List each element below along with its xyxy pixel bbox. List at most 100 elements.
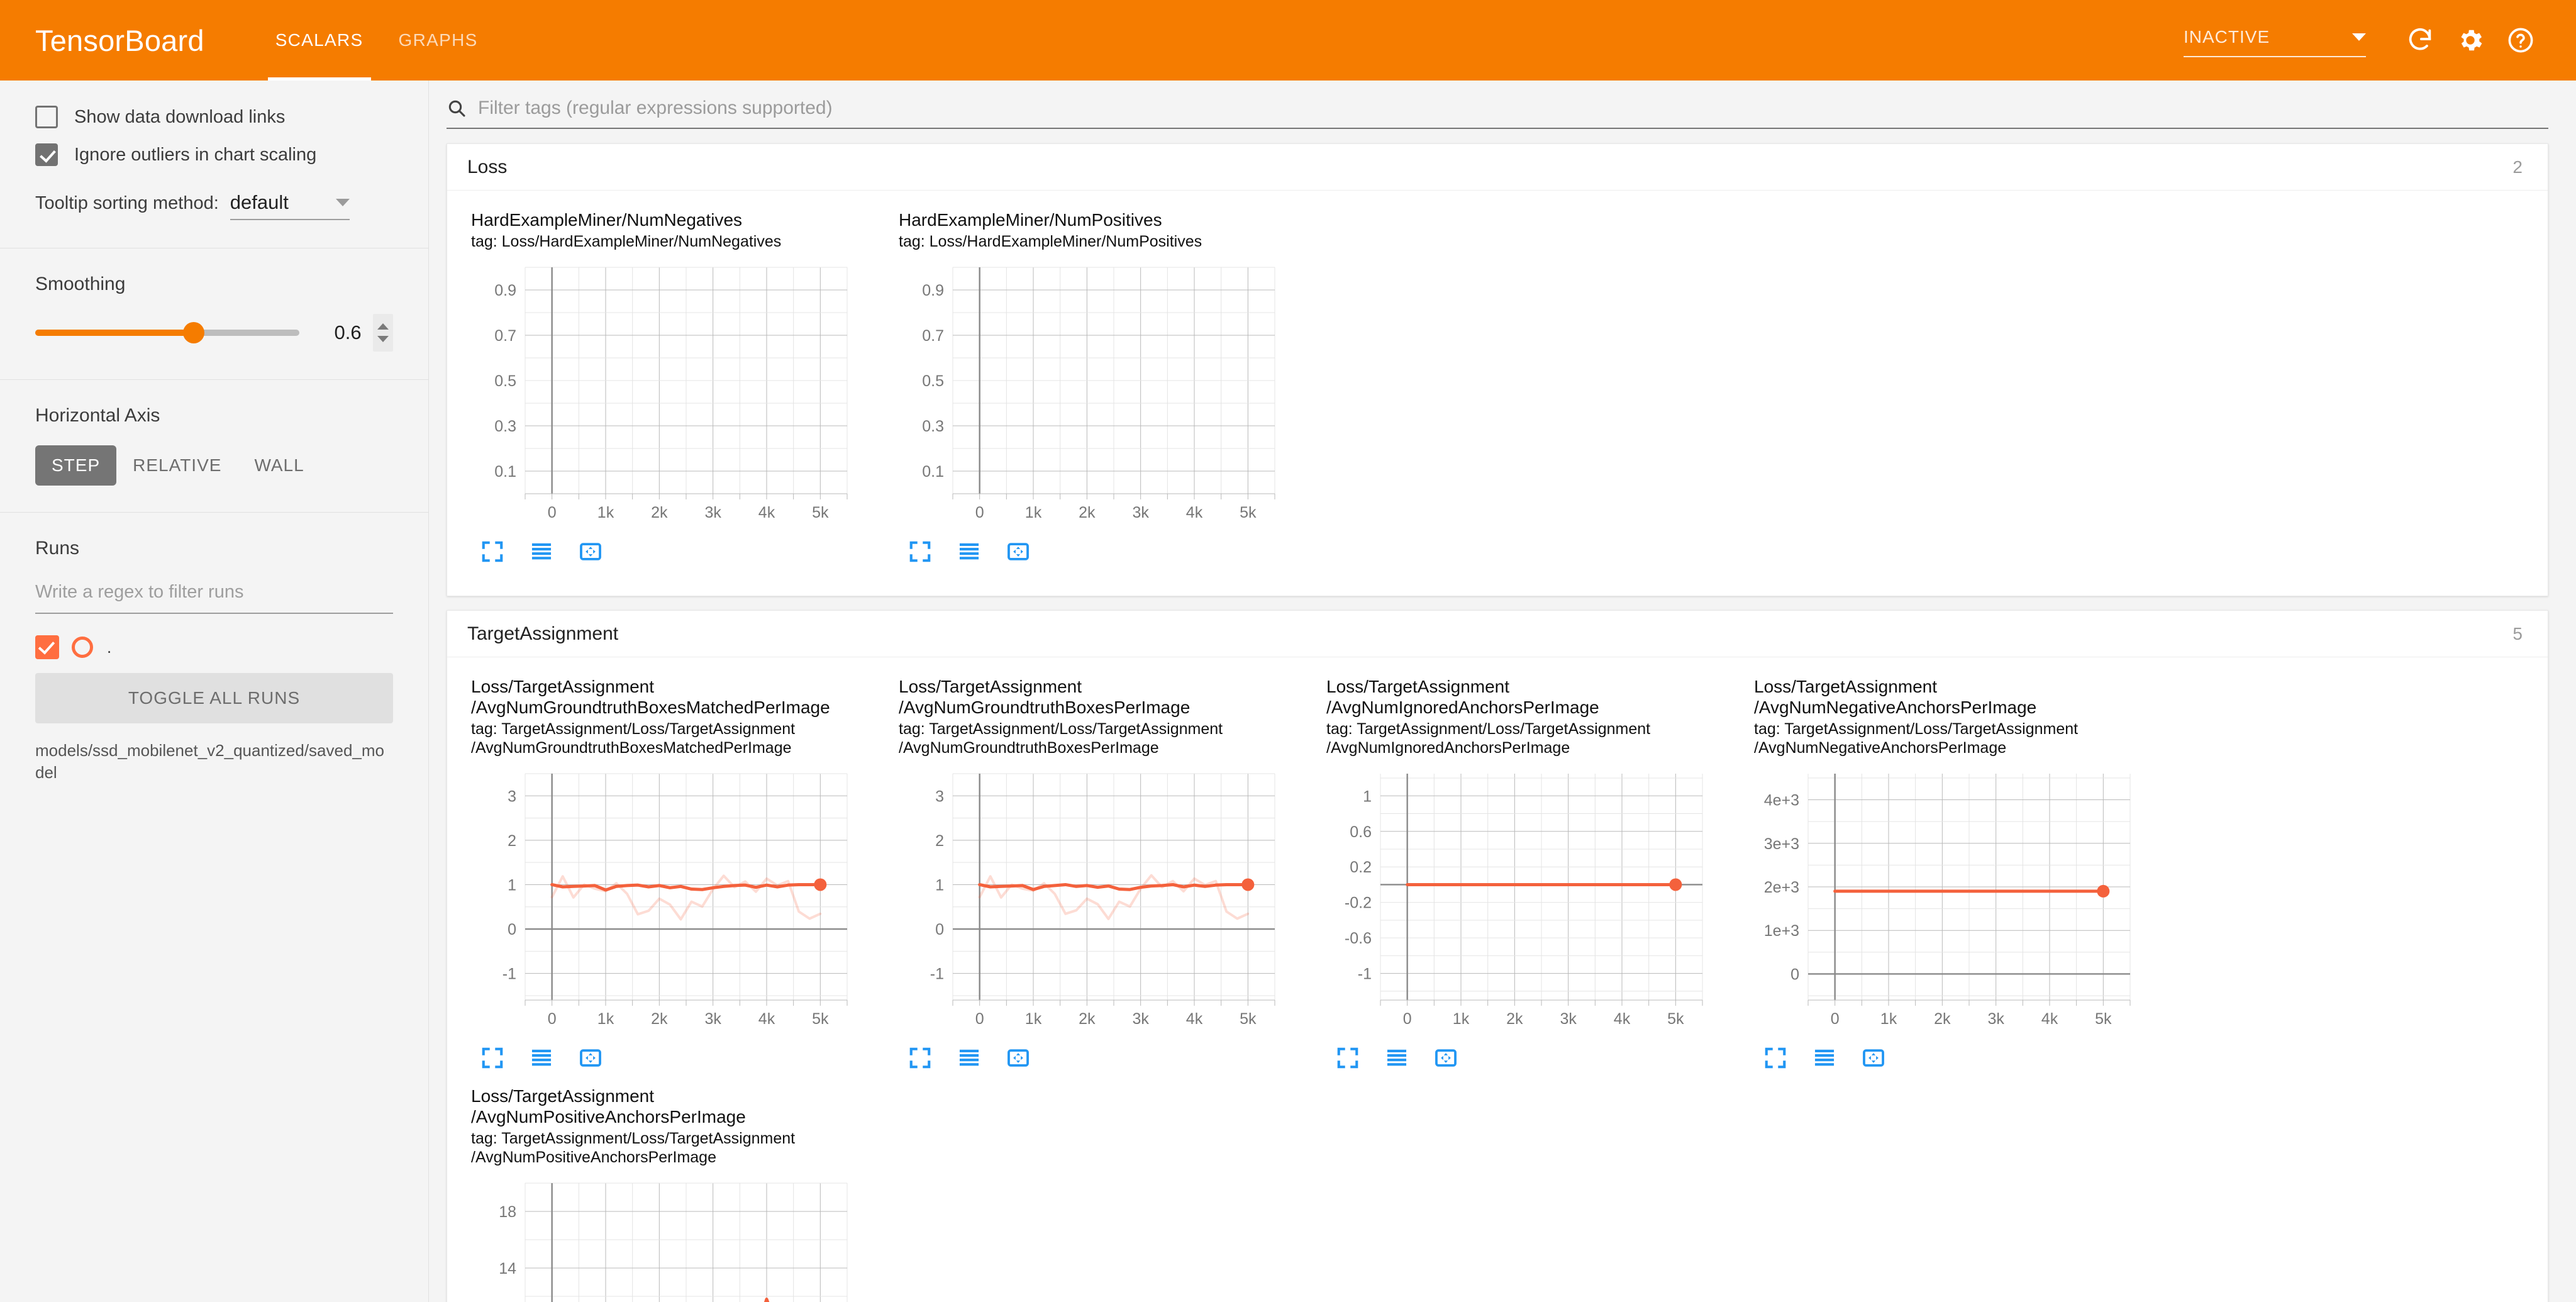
run-item[interactable]: . [35,635,393,659]
smoothing-value[interactable]: 0.6 [326,321,362,344]
expand-icon[interactable] [1762,1044,1789,1072]
svg-text:4k: 4k [1186,504,1203,521]
svg-text:2k: 2k [1934,1010,1951,1028]
run-item-label: . [107,637,112,657]
section-header[interactable]: TargetAssignment 5 [447,611,2548,658]
svg-text:2k: 2k [1079,504,1096,521]
chart-plot[interactable]: 0.1 0.3 0.5 0.7 0.9 0 1k 2k 3k 4k 5k [899,259,1309,529]
svg-text:2: 2 [935,832,944,850]
run-color-circle[interactable] [72,637,93,658]
pan-zoom-icon[interactable] [577,1044,604,1072]
runs-filter-input[interactable] [35,578,393,614]
pan-zoom-icon[interactable] [1004,1044,1032,1072]
expand-icon[interactable] [1334,1044,1362,1072]
tab-scalars[interactable]: SCALARS [258,0,381,81]
section-title: TargetAssignment [467,623,619,644]
tooltip-sorting-label: Tooltip sorting method: [35,193,219,213]
chart-plot[interactable]: -1 -0.6 -0.2 0.2 0.6 1 0 1k 2k 3k 4k 5k [1326,765,1736,1035]
svg-text:5k: 5k [2095,1010,2112,1028]
tag-filter-field[interactable]: Filter tags (regular expressions support… [447,95,2548,129]
chart-card: HardExampleMiner/NumNegatives tag: Loss/H… [462,209,890,579]
svg-text:2e+3: 2e+3 [1764,879,1799,896]
pan-zoom-icon[interactable] [1860,1044,1887,1072]
chart-card-title: Loss/TargetAssignment/AvgNumGroundtruthB… [899,677,1191,718]
svg-text:5k: 5k [812,504,829,521]
tooltip-sorting-select[interactable]: default [230,191,350,220]
show-download-links-checkbox[interactable] [35,106,58,128]
axis-option-relative[interactable]: RELATIVE [116,445,238,486]
app-body: Show data download links Ignore outliers… [0,81,2576,1302]
tensorboard-app: TensorBoard SCALARS GRAPHS INACTIVE Show… [0,0,2576,1302]
svg-text:0: 0 [975,504,984,521]
data-table-icon[interactable] [955,538,983,565]
svg-text:0.6: 0.6 [1350,823,1372,841]
smoothing-row: 0.6 [35,314,393,352]
svg-text:0: 0 [1403,1010,1412,1028]
chart-plot[interactable]: 610141801k2k3k4k5k [471,1174,881,1302]
svg-text:-1: -1 [502,965,516,983]
expand-icon[interactable] [906,538,934,565]
chart-card-tag: tag: Loss/HardExampleMiner/NumPositives [899,233,1202,251]
data-table-icon[interactable] [1811,1044,1838,1072]
tag-section: Loss 2 HardExampleMiner/NumNegatives tag: L… [447,143,2548,597]
chart-card: Loss/TargetAssignment/AvgNumPositiveAnch… [462,1086,890,1302]
tag-filter-placeholder: Filter tags (regular expressions support… [478,97,833,118]
stepper-up-icon[interactable] [377,323,389,330]
show-download-links-row[interactable]: Show data download links [35,106,393,128]
svg-text:0.7: 0.7 [494,327,516,345]
runs-label: Runs [35,538,80,559]
pan-zoom-icon[interactable] [1004,538,1032,565]
ignore-outliers-checkbox[interactable] [35,143,58,166]
svg-text:0: 0 [1790,966,1799,984]
expand-icon[interactable] [906,1044,934,1072]
svg-text:1e+3: 1e+3 [1764,922,1799,940]
ignore-outliers-row[interactable]: Ignore outliers in chart scaling [35,143,393,166]
run-checkbox[interactable] [35,635,59,659]
svg-text:3e+3: 3e+3 [1764,835,1799,853]
tab-graphs[interactable]: GRAPHS [381,0,496,81]
show-download-links-label: Show data download links [74,106,286,127]
svg-text:4k: 4k [1614,1010,1631,1028]
smoothing-stepper[interactable] [372,314,393,352]
pan-zoom-icon[interactable] [1432,1044,1460,1072]
smoothing-slider-knob[interactable] [183,322,204,343]
svg-text:0: 0 [975,1010,984,1028]
svg-text:1: 1 [508,877,516,894]
svg-text:1k: 1k [1453,1010,1470,1028]
refresh-icon[interactable] [2395,15,2445,65]
chart-card-tag: tag: TargetAssignment/Loss/TargetAssignm… [1754,720,2079,757]
pan-zoom-icon[interactable] [577,538,604,565]
axis-option-step[interactable]: STEP [35,445,117,486]
section-body: HardExampleMiner/NumNegatives tag: Loss/H… [447,191,2548,596]
svg-text:3: 3 [508,787,516,805]
expand-icon[interactable] [479,538,506,565]
svg-text:1k: 1k [1025,504,1042,521]
data-table-icon[interactable] [528,538,555,565]
chart-plot[interactable]: -1 0 1 2 3 0 1k 2k 3k 4k 5k [899,765,1309,1035]
svg-text:2k: 2k [1079,1010,1096,1028]
svg-text:5k: 5k [1667,1010,1684,1028]
settings-gear-icon[interactable] [2445,15,2496,65]
run-state-dropdown[interactable]: INACTIVE [2184,23,2366,57]
toggle-all-runs-button[interactable]: TOGGLE ALL RUNS [35,673,393,723]
chart-plot[interactable]: 0.1 0.3 0.5 0.7 0.9 0 1k 2k 3k 4k 5k [471,259,881,529]
help-icon[interactable] [2496,15,2546,65]
sections-host: Loss 2 HardExampleMiner/NumNegatives tag: L… [429,143,2576,1302]
svg-text:1k: 1k [1025,1010,1042,1028]
chart-card-tag: tag: TargetAssignment/Loss/TargetAssignm… [471,720,796,757]
axis-option-wall[interactable]: WALL [238,445,320,486]
data-table-icon[interactable] [1383,1044,1411,1072]
data-table-icon[interactable] [955,1044,983,1072]
svg-text:14: 14 [499,1260,516,1277]
chart-plot[interactable]: 0 1e+3 2e+3 3e+3 4e+3 0 1k 2k 3k 4k 5k [1754,765,2164,1035]
data-table-icon[interactable] [528,1044,555,1072]
header-actions: INACTIVE [2184,15,2546,65]
chart-plot[interactable]: -1 0 1 2 3 0 1k 2k 3k 4k 5k [471,765,881,1035]
smoothing-slider[interactable] [35,322,299,343]
svg-text:0: 0 [508,921,516,938]
chart-card-actions [1326,1044,1736,1072]
stepper-down-icon[interactable] [377,336,389,342]
section-header[interactable]: Loss 2 [447,144,2548,191]
expand-icon[interactable] [479,1044,506,1072]
tag-section: TargetAssignment 5 Loss/TargetAssignment/A… [447,610,2548,1302]
